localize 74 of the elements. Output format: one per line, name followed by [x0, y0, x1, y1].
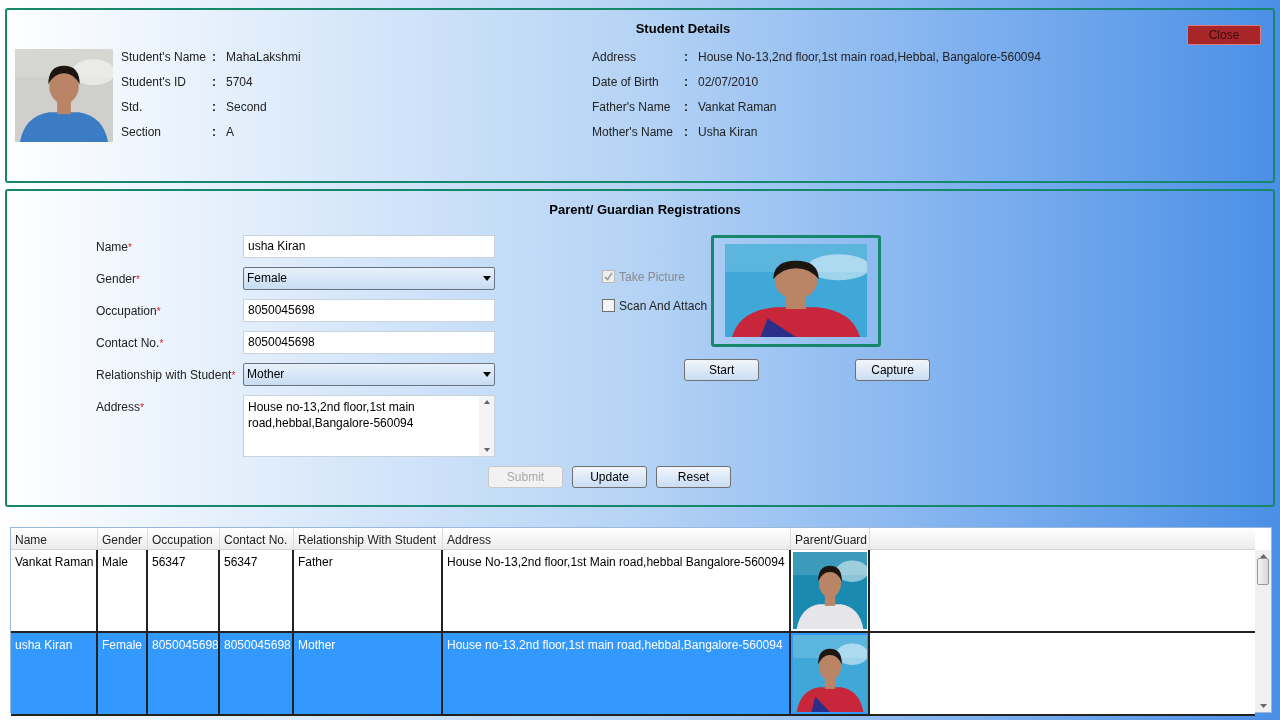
field-label: Std. — [121, 98, 144, 116]
field-label: Address — [592, 48, 638, 66]
colon: : — [212, 48, 217, 66]
table-cell: Female — [98, 633, 148, 714]
table-cell: Male — [98, 550, 148, 631]
dropdown[interactable]: Mother — [243, 362, 495, 386]
text-field[interactable]: usha Kiran — [243, 234, 495, 258]
table-cell: Father — [294, 550, 443, 631]
column-header[interactable]: Relationship With Student — [294, 528, 443, 549]
field-value: Second — [226, 98, 267, 116]
table-cell: 8050045698 — [220, 633, 294, 714]
caret-icon — [483, 275, 491, 281]
check-icon — [604, 272, 613, 281]
scroll-thumb[interactable] — [1257, 557, 1269, 585]
table-cell: House No-13,2nd floor,1st Main road,hebbal Bangalore-560094 — [443, 550, 791, 631]
colon: : — [212, 98, 217, 116]
field-value: House No-13,2nd floor,1st main road,Hebbal, Bangalore-560094 — [698, 48, 1041, 66]
colon: : — [684, 123, 689, 141]
text-field[interactable]: 8050045698 — [243, 298, 495, 322]
caret-icon — [483, 371, 491, 377]
table-cell: 8050045698 — [148, 633, 220, 714]
column-header[interactable]: Parent/Guard — [791, 528, 870, 549]
form-label: Relationship with Student* — [96, 366, 237, 384]
action-button[interactable]: Update — [572, 465, 647, 488]
action-button[interactable]: Start — [684, 358, 760, 381]
table-cell: 56347 — [220, 550, 294, 631]
field-value: A — [226, 123, 234, 141]
column-header[interactable]: Name — [11, 528, 98, 549]
field-label: Mother's Name — [592, 123, 674, 141]
checkbox-label: Scan And Attach — [619, 297, 708, 315]
field-label: Section — [121, 123, 163, 141]
field-value: MahaLakshmi — [226, 48, 301, 66]
form-label: Occupation* — [96, 302, 162, 320]
column-header[interactable]: Gender — [98, 528, 148, 549]
table-row[interactable]: Vankat Raman Male 56347 56347 Father House No-13,2nd floor,1st Main road,hebbal Bangalore-560094 — [11, 550, 1255, 633]
action-button[interactable]: Capture — [855, 358, 931, 381]
colon: : — [684, 48, 689, 66]
checkbox-label: Take Picture — [619, 268, 686, 286]
scroll-up-icon[interactable] — [483, 399, 490, 404]
column-header[interactable]: Contact No. — [220, 528, 294, 549]
checkbox[interactable] — [602, 299, 615, 312]
field-value: 5704 — [226, 73, 253, 91]
form-label: Address* — [96, 398, 145, 416]
field-value: Usha Kiran — [698, 123, 758, 141]
action-button[interactable]: Reset — [656, 465, 731, 488]
colon: : — [212, 123, 217, 141]
address-field[interactable]: House no-13,2nd floor,1st main road,hebbal,Bangalore-560094 — [243, 394, 495, 457]
table-cell: Mother — [294, 633, 443, 714]
field-label: Date of Birth — [592, 73, 660, 91]
column-header[interactable]: Address — [443, 528, 791, 549]
text-field[interactable]: 8050045698 — [243, 330, 495, 354]
field-label: Father's Name — [592, 98, 672, 116]
scroll-down-icon[interactable] — [483, 447, 490, 452]
column-header[interactable]: Occupation — [148, 528, 220, 549]
colon: : — [684, 98, 689, 116]
field-label: Student's Name — [121, 48, 207, 66]
field-value: Vankat Raman — [698, 98, 777, 116]
table-cell: Vankat Raman — [11, 550, 98, 631]
colon: : — [212, 73, 217, 91]
form-label: Name* — [96, 238, 133, 256]
scroll-down-icon[interactable] — [1259, 704, 1267, 708]
table-cell: House no-13,2nd floor,1st main road,hebbal,Bangalore-560094 — [443, 633, 791, 714]
panel-title: Student Details — [635, 20, 731, 38]
table-cell: 56347 — [148, 550, 220, 631]
colon: : — [684, 73, 689, 91]
form-label: Contact No.* — [96, 334, 165, 352]
scrollbar[interactable] — [1255, 550, 1271, 712]
field-label: Student's ID — [121, 73, 187, 91]
dropdown[interactable]: Female — [243, 266, 495, 290]
field-value: 02/07/2010 — [698, 73, 759, 91]
table-cell: usha Kiran — [11, 633, 98, 714]
panel-title: Parent/ Guardian Registrations — [548, 201, 742, 219]
scrollbar[interactable] — [479, 395, 494, 456]
form-label: Gender* — [96, 270, 141, 288]
